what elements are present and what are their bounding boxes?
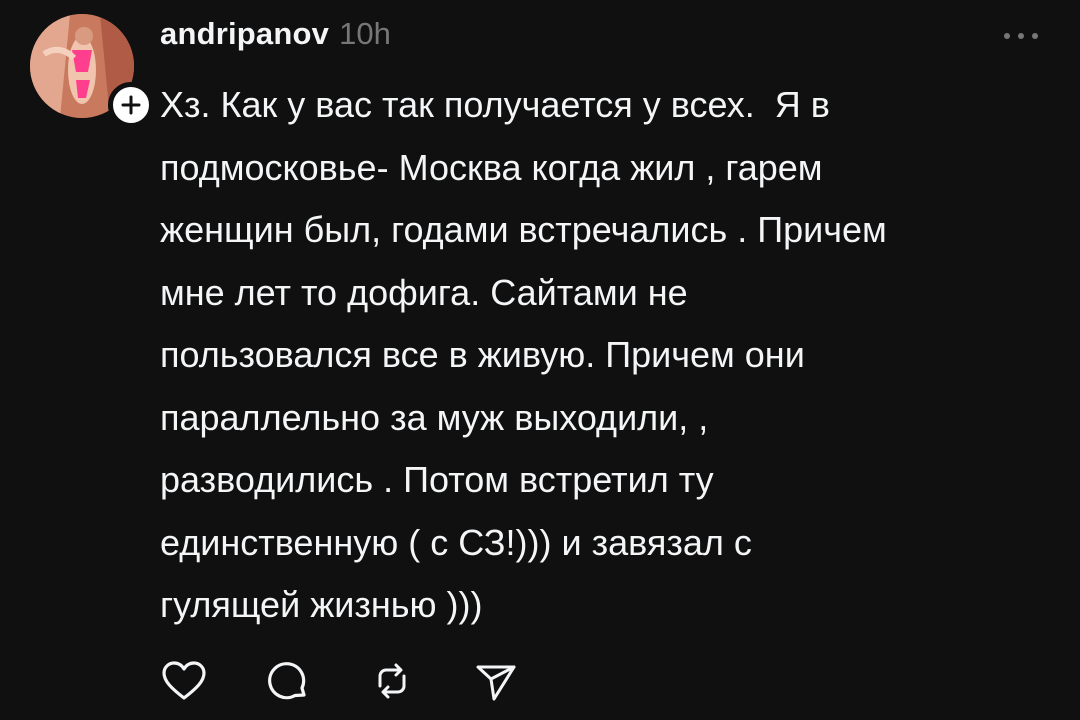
send-icon	[476, 665, 516, 701]
share-button[interactable]	[472, 657, 520, 705]
repost-icon	[378, 663, 406, 699]
thread-post: andripanov 10h Хз. Как у вас так получае…	[0, 0, 1080, 720]
more-horizontal-icon	[1004, 33, 1038, 39]
more-options-button[interactable]	[996, 24, 1046, 48]
plus-icon	[121, 95, 141, 115]
repost-button[interactable]	[368, 657, 416, 705]
follow-button[interactable]	[108, 82, 154, 128]
post-text: Хз. Как у вас так получается у всех. Я в…	[160, 84, 887, 625]
username[interactable]: andripanov	[160, 16, 329, 52]
avatar-container[interactable]	[30, 14, 154, 128]
action-bar	[160, 656, 576, 706]
heart-icon	[162, 661, 206, 700]
timestamp: 10h	[339, 16, 391, 51]
like-button[interactable]	[160, 657, 208, 705]
post-header: andripanov 10h	[160, 16, 391, 60]
comment-icon	[268, 662, 306, 700]
comment-button[interactable]	[264, 657, 312, 705]
